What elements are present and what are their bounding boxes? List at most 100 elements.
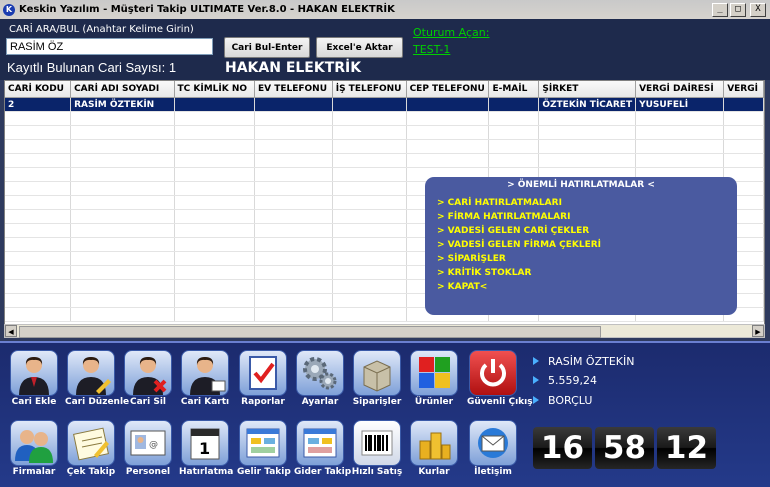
users-group-icon (10, 420, 58, 466)
report-check-icon (239, 350, 287, 396)
session-label[interactable]: Oturum Açan: (413, 26, 489, 39)
table-cell[interactable] (174, 97, 255, 112)
bullet-arrow-icon (533, 376, 539, 384)
customer-count-label: Kayıtlı Bulunan Cari Sayısı: 1 (7, 60, 177, 75)
customer-edit-button[interactable]: Cari Düzenle (65, 350, 129, 407)
column-header[interactable]: CEP TELEFONU (406, 81, 490, 98)
column-header[interactable]: CARİ ADI SOYADI (70, 81, 175, 98)
user-add-icon (10, 350, 58, 396)
empty-row (5, 153, 764, 168)
column-header[interactable]: E-MAİL (488, 81, 540, 98)
safe-exit-button[interactable]: Güvenli Çıkış (467, 350, 533, 407)
user-delete-icon (124, 350, 172, 396)
clock-minutes: 58 (595, 427, 654, 469)
user-edit-icon (67, 350, 115, 396)
main-window: K Keskin Yazılım - Müşteri Takip ULTIMAT… (0, 0, 770, 487)
column-header[interactable]: CARİ KODU (5, 81, 72, 98)
grid-header-row: CARİ KODU CARİ ADI SOYADI TC KİMLİK NO E… (5, 81, 764, 98)
table-row[interactable]: 2 RASİM ÖZTEKİN ÖZTEKİN TİCARET YUSUFELİ (5, 97, 764, 112)
table-cell[interactable]: 2 (5, 97, 72, 112)
title-bar: K Keskin Yazılım - Müşteri Takip ULTIMAT… (0, 0, 770, 19)
income-tracking-button[interactable]: Gelir Takip (237, 420, 291, 477)
window-title: Keskin Yazılım - Müşteri Takip ULTIMATE … (19, 4, 395, 15)
expense-tracking-button[interactable]: Gider Takip (294, 420, 351, 477)
customer-add-button[interactable]: Cari Ekle (8, 350, 60, 407)
personnel-button[interactable]: @ Personel (122, 420, 174, 477)
table-cell[interactable] (332, 97, 407, 112)
critical-stock-link[interactable]: > KRİTİK STOKLAR (437, 266, 737, 280)
personnel-card-icon: @ (124, 420, 172, 466)
close-button[interactable]: X (750, 3, 766, 17)
reports-button[interactable]: Raporlar (237, 350, 289, 407)
reminder-customer-link[interactable]: > CARİ HATIRLATMALARI (437, 196, 737, 210)
column-header[interactable]: VERGİ DAİRESİ (635, 81, 725, 98)
orders-button[interactable]: Siparişler (351, 350, 403, 407)
maximize-button[interactable]: □ (730, 3, 746, 17)
power-icon (469, 350, 517, 396)
reminder-company-link[interactable]: > FİRMA HATIRLATMALARI (437, 210, 737, 224)
check-tracking-button[interactable]: Çek Takip (65, 420, 117, 477)
selected-customer-balance: 5.559,24 (533, 374, 597, 387)
settings-button[interactable]: Ayarlar (294, 350, 346, 407)
scroll-right-icon[interactable]: ▶ (752, 325, 764, 337)
customer-card-button[interactable]: Cari Kartı (179, 350, 231, 407)
table-cell[interactable] (723, 97, 764, 112)
box-order-icon (353, 350, 401, 396)
empty-row (5, 111, 764, 126)
gears-icon (296, 350, 344, 396)
table-cell[interactable] (406, 97, 490, 112)
app-logo-icon: K (3, 3, 15, 16)
table-cell[interactable]: RASİM ÖZTEKİN (70, 97, 175, 112)
window-controls: _ □ X (712, 3, 766, 17)
svg-text:1: 1 (199, 439, 210, 458)
income-window-icon (239, 420, 287, 466)
selected-customer-status: BORÇLU (533, 394, 592, 407)
selected-customer-name: RASİM ÖZTEKİN (533, 355, 635, 368)
barcode-icon (353, 420, 401, 466)
due-customer-checks-link[interactable]: > VADESİ GELEN CARİ ÇEKLER (437, 224, 737, 238)
find-customer-button[interactable]: Cari Bul-Enter (224, 37, 310, 58)
reminders-title: > ÖNEMLİ HATIRLATMALAR < (507, 180, 655, 190)
export-excel-button[interactable]: Excel'e Aktar (316, 37, 403, 58)
clock-hours: 16 (533, 427, 592, 469)
customer-delete-button[interactable]: Cari Sil (122, 350, 174, 407)
search-input[interactable]: RASİM ÖZ (6, 38, 213, 55)
company-name: HAKAN ELEKTRİK (225, 60, 362, 76)
close-reminders-link[interactable]: > KAPAT< (437, 280, 737, 294)
due-company-checks-link[interactable]: > VADESİ GELEN FİRMA ÇEKLERİ (437, 238, 737, 252)
coins-icon (410, 420, 458, 466)
table-cell[interactable]: ÖZTEKİN TİCARET (538, 97, 637, 112)
check-notes-icon (67, 420, 115, 466)
calendar-icon: 1 (181, 420, 229, 466)
scroll-left-icon[interactable]: ◀ (5, 325, 17, 337)
minimize-button[interactable]: _ (712, 3, 728, 17)
exchange-rates-button[interactable]: Kurlar (408, 420, 460, 477)
table-cell[interactable] (488, 97, 540, 112)
empty-row (5, 139, 764, 154)
companies-button[interactable]: Firmalar (8, 420, 60, 477)
mail-icon (469, 420, 517, 466)
table-cell[interactable]: YUSUFELİ (635, 97, 725, 112)
table-cell[interactable] (254, 97, 333, 112)
column-header[interactable]: TC KİMLİK NO (174, 81, 255, 98)
user-card-icon (181, 350, 229, 396)
column-header[interactable]: VERGİ (723, 81, 764, 98)
empty-row (5, 125, 764, 140)
reminder-button[interactable]: 1 Hatırlatma (179, 420, 233, 477)
column-header[interactable]: İŞ TELEFONU (332, 81, 407, 98)
expense-window-icon (296, 420, 344, 466)
contact-button[interactable]: İletişim (467, 420, 519, 477)
column-header[interactable]: ŞİRKET (538, 81, 637, 98)
reminders-panel: > ÖNEMLİ HATIRLATMALAR < > CARİ HATIRLAT… (425, 177, 737, 315)
scroll-thumb[interactable] (19, 326, 601, 338)
digital-clock: 16 58 12 (533, 427, 716, 469)
horizontal-scrollbar[interactable]: ◀ ▶ (4, 324, 765, 338)
search-label: CARİ ARA/BUL (Anahtar Kelime Girin) (9, 24, 194, 35)
bullet-arrow-icon (533, 396, 539, 404)
quick-sale-button[interactable]: Hızlı Satış (351, 420, 403, 477)
orders-link[interactable]: > SİPARİŞLER (437, 252, 737, 266)
products-button[interactable]: Ürünler (408, 350, 460, 407)
products-tiles-icon (410, 350, 458, 396)
column-header[interactable]: EV TELEFONU (254, 81, 333, 98)
session-user[interactable]: TEST-1 (413, 43, 450, 56)
